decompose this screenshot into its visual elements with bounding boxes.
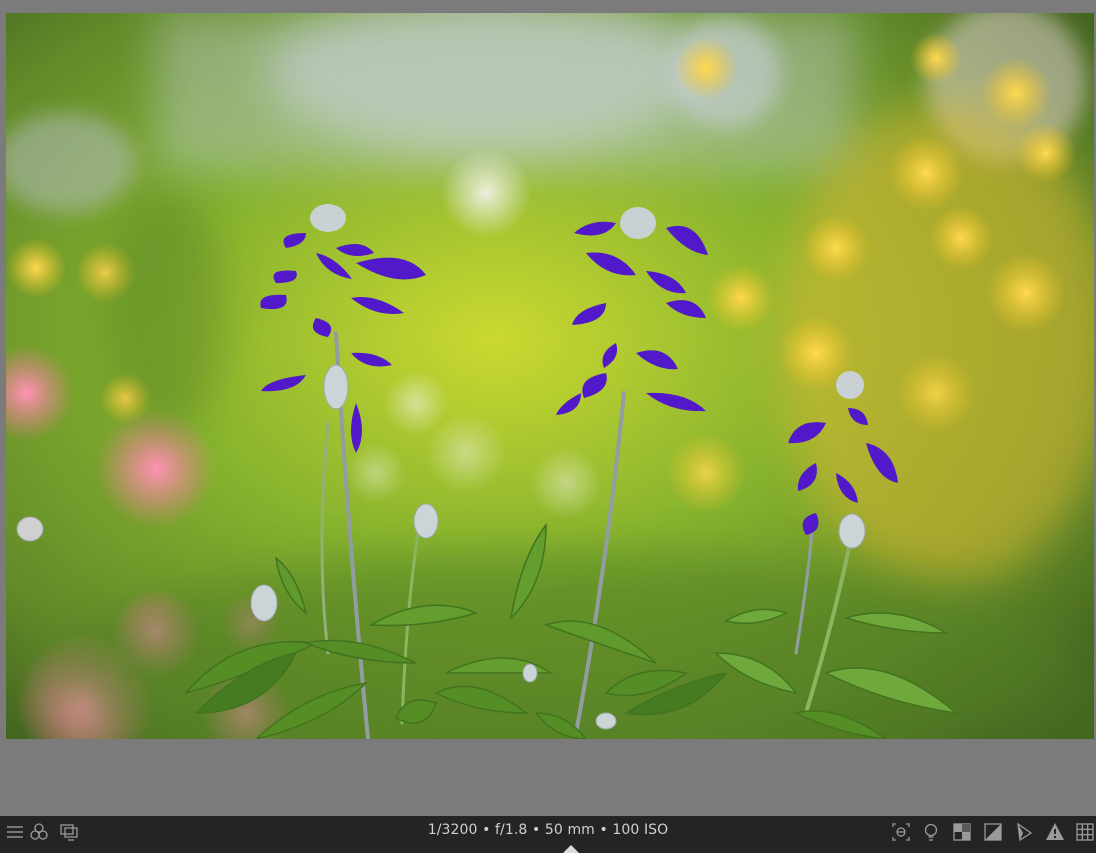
softproof-icon[interactable] bbox=[982, 821, 1004, 843]
focus-peaking-icon[interactable] bbox=[890, 821, 912, 843]
bulb-icon[interactable] bbox=[920, 821, 942, 843]
bottom-toolbar: 1/3200 • f/1.8 • 50 mm • 100 ISO bbox=[0, 816, 1096, 853]
overexposed-warning-icon[interactable] bbox=[1044, 821, 1066, 843]
center-view bbox=[0, 0, 1096, 816]
photo-render bbox=[6, 13, 1094, 739]
image-preview[interactable] bbox=[6, 13, 1094, 739]
guides-icon[interactable] bbox=[1074, 821, 1096, 843]
filmstrip-toggle[interactable] bbox=[563, 845, 579, 853]
iso-preview-icon[interactable] bbox=[951, 821, 973, 843]
gamut-check-icon[interactable] bbox=[1013, 821, 1035, 843]
